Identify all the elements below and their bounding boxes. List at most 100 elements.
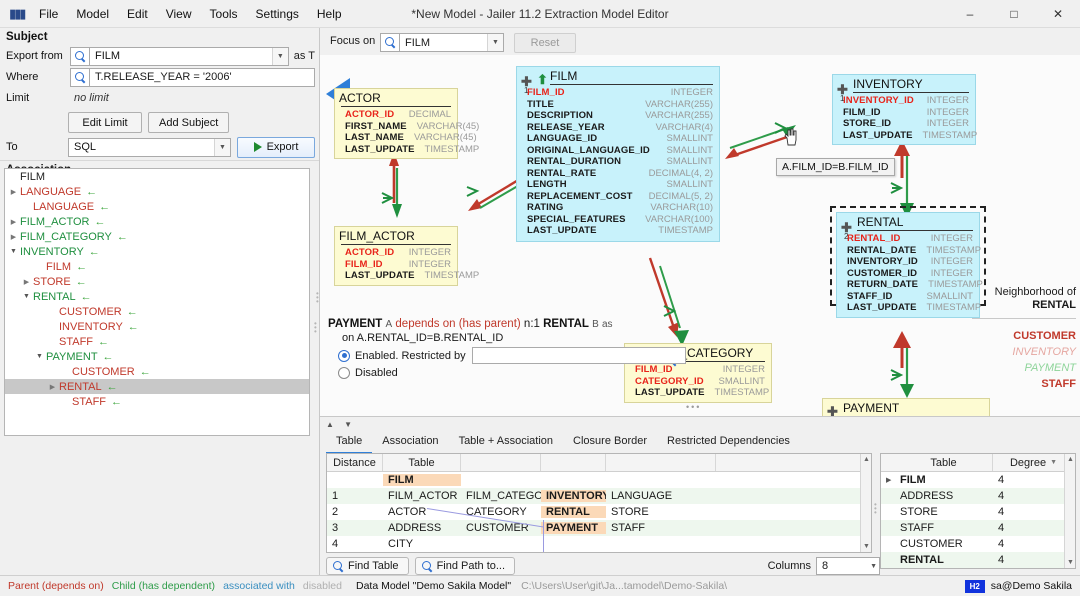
tree-node-film-0[interactable]: FILM [5, 169, 309, 184]
assoc-enabled-row[interactable]: Enabled. Restricted by [328, 347, 748, 364]
assoc-disabled-row[interactable]: Disabled [328, 367, 748, 379]
export-from-search-icon[interactable] [70, 47, 89, 66]
chevron-down-icon[interactable]: ▼ [487, 34, 503, 51]
chevron-down-icon[interactable]: ▼ [214, 139, 230, 156]
tree-node-film_category-4[interactable]: ▶FILM_CATEGORY← [5, 229, 309, 244]
scroll-down-icon[interactable]: ▼ [862, 542, 871, 551]
tab-association[interactable]: Association [372, 431, 448, 454]
twisty-expanded-icon[interactable]: ▼ [20, 293, 33, 300]
table-node-rental[interactable]: ✚ 2 RENTAL RENTAL_IDINTEGER RENTAL_DATET… [836, 212, 980, 318]
radio-enabled[interactable] [338, 350, 350, 362]
table-node-film[interactable]: ✚ 1 ⬆ FILM FILM_IDINTEGER TITLEVARCHAR(2… [516, 66, 720, 242]
menu-view[interactable]: View [157, 4, 201, 24]
table-node-film-actor[interactable]: FILM_ACTOR ACTOR_IDINTEGER FILM_IDINTEGE… [334, 226, 458, 286]
menu-model[interactable]: Model [67, 4, 118, 24]
tree-node-rental-14[interactable]: ▶RENTAL← [5, 379, 309, 394]
tree-node-customer-9[interactable]: CUSTOMER← [5, 304, 309, 319]
grid2-scrollbar[interactable]: ▲ ▼ [1064, 454, 1075, 568]
degree-row[interactable]: ▶FILM4 [881, 472, 1075, 488]
chevron-down-icon[interactable]: ▼ [870, 563, 877, 570]
grid2-expand-icon[interactable] [881, 454, 895, 471]
tree-node-language-2[interactable]: LANGUAGE← [5, 199, 309, 214]
tab-table-association[interactable]: Table + Association [449, 431, 563, 454]
tree-node-inventory-5[interactable]: ▼INVENTORY← [5, 244, 309, 259]
tree-node-store-7[interactable]: ▶STORE← [5, 274, 309, 289]
panel-collapse-arrows[interactable]: ▲ ▼ [326, 420, 356, 429]
tab-table[interactable]: Table [326, 431, 372, 454]
tab-closure-border[interactable]: Closure Border [563, 431, 657, 454]
table-row[interactable]: 2ACTORCATEGORYRENTALSTORE [327, 504, 871, 520]
expand-plus-icon[interactable]: ✚ [827, 407, 838, 416]
cell-table[interactable]: PAYMENT [541, 522, 606, 534]
neighborhood-item-inventory[interactable]: INVENTORY [972, 344, 1076, 360]
table-row[interactable]: 5COUNTRY [327, 552, 871, 553]
table-row[interactable]: 1FILM_ACTORFILM_CATEGORYINVENTORYLANGUAG… [327, 488, 871, 504]
cell-table[interactable]: RENTAL [541, 506, 606, 518]
cell-table[interactable]: LANGUAGE [606, 490, 716, 502]
chevron-down-icon[interactable]: ▼ [272, 48, 288, 65]
cell-table[interactable]: FILM_CATEGORY [461, 490, 541, 502]
menu-edit[interactable]: Edit [118, 4, 157, 24]
cell-table[interactable]: FILM [383, 474, 461, 486]
where-input[interactable]: T.RELEASE_YEAR = '2006' [89, 68, 315, 87]
table-node-inventory[interactable]: ✚ 1 INVENTORY INVENTORY_IDINTEGER FILM_I… [832, 74, 976, 145]
cell-table[interactable]: CITY [383, 538, 461, 550]
grid2-header-degree[interactable]: Degree ▼ [993, 454, 1075, 471]
grid-header-blank1[interactable] [461, 454, 541, 471]
grid-header-blank4[interactable] [716, 454, 871, 471]
splitter-handle[interactable]: ••• [314, 322, 317, 334]
twisty-expanded-icon[interactable]: ▼ [33, 353, 46, 360]
menu-help[interactable]: Help [308, 4, 351, 24]
closure-table-grid[interactable]: Distance Table FILM 1FILM_ACTORFILM_CATEG… [326, 453, 872, 553]
degree-row[interactable]: CUSTOMER4 [881, 536, 1075, 552]
cell-table[interactable]: STORE [606, 506, 716, 518]
tree-node-inventory-10[interactable]: INVENTORY← [5, 319, 309, 334]
neighborhood-item-payment[interactable]: PAYMENT [972, 360, 1076, 376]
grid-header-table[interactable]: Table [383, 454, 461, 471]
twisty-collapsed-icon[interactable]: ▶ [7, 188, 20, 196]
minimize-button[interactable]: – [948, 0, 992, 28]
twisty-collapsed-icon[interactable]: ▶ [7, 218, 20, 226]
twisty-expanded-icon[interactable]: ▼ [7, 248, 20, 255]
twisty-collapsed-icon[interactable]: ▶ [20, 278, 33, 286]
grid-header-blank3[interactable] [606, 454, 716, 471]
table-row[interactable]: 3ADDRESSCUSTOMERPAYMENTSTAFF [327, 520, 871, 536]
tree-node-payment-12[interactable]: ▼PAYMENT← [5, 349, 309, 364]
radio-disabled[interactable] [338, 367, 350, 379]
grid-splitter-handle[interactable]: ••• [874, 503, 877, 515]
tree-node-rental-8[interactable]: ▼RENTAL← [5, 289, 309, 304]
cell-table[interactable]: ADDRESS [383, 522, 461, 534]
tree-node-film-6[interactable]: FILM← [5, 259, 309, 274]
cell-table[interactable]: STAFF [606, 522, 716, 534]
tree-node-staff-15[interactable]: STAFF← [5, 394, 309, 409]
close-button[interactable]: ✕ [1036, 0, 1080, 28]
degree-row[interactable]: ADDRESS4 [881, 488, 1075, 504]
grid-header-distance[interactable]: Distance [327, 454, 383, 471]
focus-combo[interactable]: FILM ▼ [399, 33, 504, 52]
association-tree[interactable]: FILM▶LANGUAGE←LANGUAGE←▶FILM_ACTOR←▶FILM… [4, 168, 310, 436]
table-node-actor[interactable]: ACTOR ACTOR_IDDECIMAL FIRST_NAMEVARCHAR(… [334, 88, 458, 159]
degree-row[interactable]: STORE4 [881, 504, 1075, 520]
tree-node-film_actor-3[interactable]: ▶FILM_ACTOR← [5, 214, 309, 229]
find-path-button[interactable]: Find Path to... [415, 557, 515, 575]
export-from-combo[interactable]: FILM ▼ [89, 47, 289, 66]
menu-tools[interactable]: Tools [201, 4, 247, 24]
grid2-header-table[interactable]: Table [895, 454, 993, 471]
canvas-splitter-handle[interactable]: ••• [316, 292, 319, 304]
restriction-input[interactable] [472, 347, 686, 364]
neighborhood-item-staff[interactable]: STAFF [972, 376, 1076, 392]
menu-settings[interactable]: Settings [247, 4, 308, 24]
scroll-down-icon[interactable]: ▼ [1066, 558, 1075, 567]
table-row[interactable]: FILM [327, 472, 871, 488]
find-table-button[interactable]: Find Table [326, 557, 409, 575]
where-search-icon[interactable] [70, 68, 89, 87]
cell-table[interactable]: FILM_ACTOR [383, 490, 461, 502]
tree-node-language-1[interactable]: ▶LANGUAGE← [5, 184, 309, 199]
row-expand-icon[interactable]: ▶ [881, 476, 895, 484]
add-subject-button[interactable]: Add Subject [148, 112, 229, 133]
degree-table-grid[interactable]: Table Degree ▼ ▶FILM4ADDRESS4STORE4STAFF… [880, 453, 1076, 569]
to-combo[interactable]: SQL ▼ [68, 138, 231, 157]
grid-scrollbar[interactable]: ▲ ▼ [860, 454, 871, 552]
columns-combo[interactable]: 8 ▼ [816, 557, 880, 575]
diagram-canvas[interactable]: Focus on FILM ▼ Reset [320, 28, 1080, 416]
